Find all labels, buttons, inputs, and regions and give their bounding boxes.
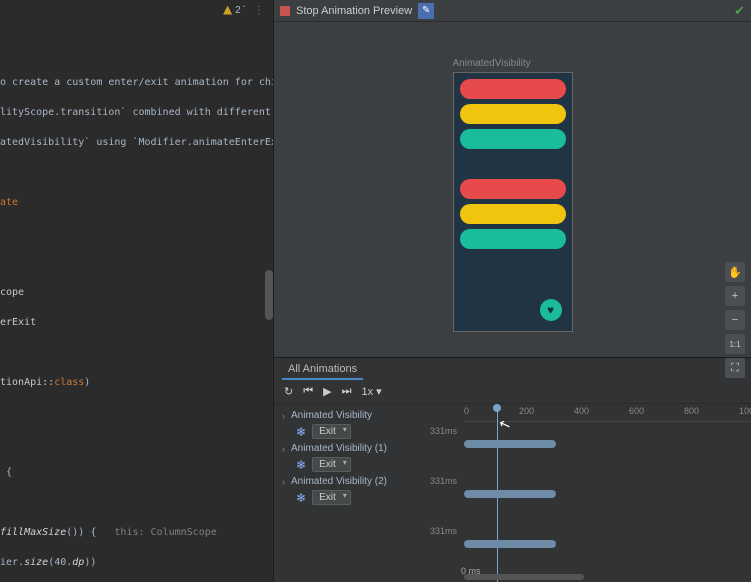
- visibility-bar: [460, 104, 566, 124]
- track-bar[interactable]: [464, 440, 556, 448]
- tab-all-animations[interactable]: All Animations: [282, 360, 363, 380]
- code-editor-pane[interactable]: 2 ˇ ⋮ o create a custom enter/exit anima…: [0, 0, 274, 582]
- go-start-button[interactable]: ⏮: [303, 385, 313, 398]
- timeline-track: 331ms: [464, 522, 751, 572]
- duration-label: 331ms: [430, 426, 457, 436]
- editor-inspection-bar: 2 ˇ ⋮: [0, 0, 273, 20]
- stop-icon[interactable]: [280, 6, 290, 16]
- visibility-bar: [460, 129, 566, 149]
- state-selector[interactable]: Exit: [312, 490, 351, 505]
- animation-item-name[interactable]: Animated Visibility (2): [291, 476, 387, 487]
- preview-toolbar-label[interactable]: Stop Animation Preview: [296, 5, 412, 17]
- timeline[interactable]: 02004006008001000 ↖ 331ms331ms331ms 0 ms: [464, 404, 751, 582]
- warning-count: 2: [235, 5, 241, 16]
- timeline-track: 331ms: [464, 422, 751, 472]
- track-bar[interactable]: [464, 490, 556, 498]
- preview-tools: ✋ + − 1:1 ⛶: [725, 262, 745, 378]
- ruler-tick: 1000: [739, 406, 751, 416]
- chevron-right-icon[interactable]: ›: [282, 411, 285, 421]
- ruler-tick: 0: [464, 406, 469, 416]
- caret-down-icon: ˇ: [243, 5, 246, 16]
- play-button[interactable]: ▶: [323, 385, 331, 398]
- pan-tool[interactable]: ✋: [725, 262, 745, 282]
- zoom-fit-button[interactable]: 1:1: [725, 334, 745, 354]
- freeze-icon[interactable]: ❄: [296, 458, 306, 472]
- visibility-bar: [460, 254, 566, 274]
- animation-item-name[interactable]: Animated Visibility: [291, 410, 372, 421]
- visibility-bar: [460, 179, 566, 199]
- preview-toolbar: Stop Animation Preview ✎ ✔: [274, 0, 751, 22]
- preview-frame: AnimatedVisibility ♥: [453, 58, 573, 357]
- state-selector[interactable]: Exit: [312, 457, 351, 472]
- right-pane: Stop Animation Preview ✎ ✔ AnimatedVisib…: [274, 0, 751, 582]
- visibility-bar: [460, 79, 566, 99]
- visibility-bar: [460, 204, 566, 224]
- ruler-tick: 200: [519, 406, 534, 416]
- timeline-scrollbar[interactable]: [464, 574, 584, 580]
- animation-item-name[interactable]: Animated Visibility (1): [291, 443, 387, 454]
- device-surface: ♥: [453, 72, 573, 332]
- visibility-bar: [460, 229, 566, 249]
- go-end-button[interactable]: ⏭: [342, 385, 352, 398]
- freeze-icon[interactable]: ❄: [296, 425, 306, 439]
- visibility-bar: [460, 154, 566, 174]
- fab-button[interactable]: ♥: [540, 299, 562, 321]
- heart-icon: ♥: [547, 303, 554, 317]
- freeze-icon[interactable]: ❄: [296, 491, 306, 505]
- zoom-in-button[interactable]: +: [725, 286, 745, 306]
- duration-label: 331ms: [430, 476, 457, 486]
- more-icon[interactable]: ⋮: [254, 5, 265, 16]
- speed-selector[interactable]: 1x ▾: [362, 385, 382, 398]
- animation-body: › Animated Visibility ❄ Exit › Animated Visib…: [274, 404, 751, 582]
- animation-tabs: All Animations: [274, 358, 751, 380]
- duration-label: 331ms: [430, 526, 457, 536]
- expand-button[interactable]: ⛶: [725, 358, 745, 378]
- ruler-tick: 400: [574, 406, 589, 416]
- animation-controls: ↻ ⏮ ▶ ⏭ 1x ▾: [274, 380, 751, 404]
- loop-button[interactable]: ↻: [284, 385, 293, 398]
- ruler-tick: 600: [629, 406, 644, 416]
- zoom-out-button[interactable]: −: [725, 310, 745, 330]
- editor-scrollbar[interactable]: [265, 270, 273, 320]
- code-area[interactable]: o create a custom enter/exit animation f…: [0, 20, 273, 582]
- chevron-right-icon[interactable]: ›: [282, 444, 285, 454]
- status-ok-icon: ✔: [734, 3, 745, 19]
- state-selector[interactable]: Exit: [312, 424, 351, 439]
- chevron-right-icon[interactable]: ›: [282, 477, 285, 487]
- animation-panel: All Animations ↻ ⏮ ▶ ⏭ 1x ▾ › Animated Vi…: [274, 357, 751, 582]
- animation-item: › Animated Visibility (1) ❄ Exit: [282, 443, 456, 472]
- preview-canvas[interactable]: AnimatedVisibility ♥ ✋ + − 1:1 ⛶: [274, 22, 751, 357]
- timeline-track: 331ms: [464, 472, 751, 522]
- frame-title: AnimatedVisibility: [453, 58, 573, 69]
- warning-icon: [223, 6, 232, 15]
- track-bar[interactable]: [464, 540, 556, 548]
- edit-icon[interactable]: ✎: [418, 3, 434, 19]
- ruler-tick: 800: [684, 406, 699, 416]
